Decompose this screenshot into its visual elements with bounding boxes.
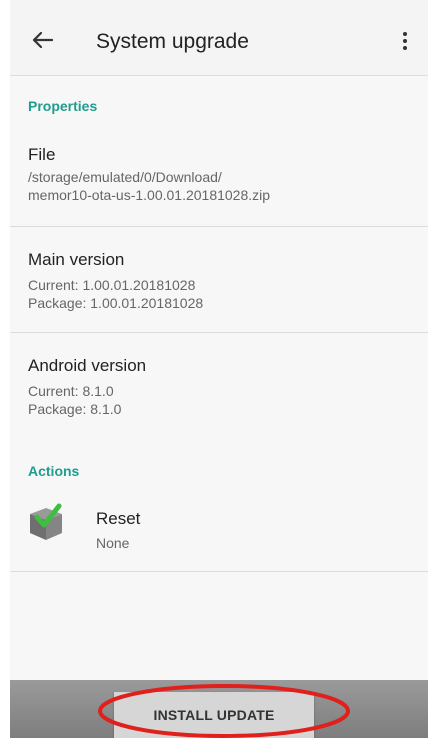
file-path-line1: /storage/emulated/0/Download/ bbox=[28, 169, 222, 185]
reset-title: Reset bbox=[96, 509, 141, 528]
divider bbox=[10, 332, 428, 333]
divider bbox=[10, 226, 428, 227]
properties-header: Properties bbox=[28, 98, 98, 114]
page-title: System upgrade bbox=[96, 30, 249, 53]
main-version-title: Main version bbox=[28, 250, 125, 269]
install-update-button[interactable]: INSTALL UPDATE bbox=[114, 692, 314, 738]
reset-value: None bbox=[96, 535, 130, 551]
app-bar: System upgrade bbox=[10, 0, 428, 76]
file-title: File bbox=[28, 145, 56, 164]
file-path-line2: memor10-ota-us-1.00.01.20181028.zip bbox=[28, 187, 271, 203]
main-version-package: Package: 1.00.01.20181028 bbox=[28, 295, 204, 311]
divider bbox=[10, 571, 428, 572]
android-version-current: Current: 8.1.0 bbox=[28, 383, 114, 399]
android-version-title: Android version bbox=[28, 356, 147, 375]
checked-box-icon bbox=[30, 503, 62, 540]
android-version-package: Package: 8.1.0 bbox=[28, 401, 122, 417]
main-version-current: Current: 1.00.01.20181028 bbox=[28, 277, 196, 293]
arrow-left-icon[interactable] bbox=[30, 30, 54, 50]
actions-header: Actions bbox=[28, 463, 80, 479]
phone-screen: System upgrade Properties File /storage/… bbox=[10, 0, 428, 738]
more-vert-icon[interactable] bbox=[396, 30, 414, 54]
